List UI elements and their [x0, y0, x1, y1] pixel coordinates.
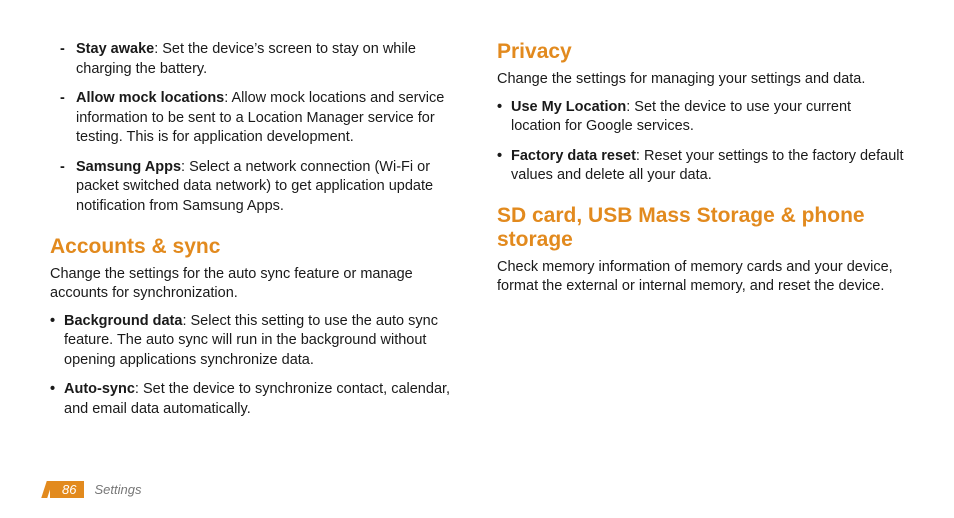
- term: Allow mock locations: [76, 90, 224, 106]
- accounts-sync-intro: Change the settings for the auto sync fe…: [50, 265, 457, 304]
- term: Samsung Apps: [76, 159, 181, 175]
- list-item: Background data: Select this setting to …: [50, 312, 457, 371]
- term: Stay awake: [76, 41, 154, 57]
- section-label: Settings: [94, 482, 141, 497]
- privacy-list: Use My Location: Set the device to use y…: [497, 98, 904, 186]
- list-item: Samsung Apps: Select a network connectio…: [50, 158, 457, 217]
- list-item: Factory data reset: Reset your settings …: [497, 147, 904, 186]
- list-item: Use My Location: Set the device to use y…: [497, 98, 904, 137]
- developer-options-list: Stay awake: Set the device’s screen to s…: [50, 40, 457, 217]
- term: Background data: [64, 313, 182, 329]
- term: Factory data reset: [511, 148, 636, 164]
- term: Use My Location: [511, 99, 626, 115]
- privacy-heading: Privacy: [497, 40, 904, 64]
- list-item: Auto-sync: Set the device to synchronize…: [50, 380, 457, 419]
- accounts-sync-list: Background data: Select this setting to …: [50, 312, 457, 420]
- page-body: Stay awake: Set the device’s screen to s…: [0, 0, 954, 460]
- list-item: Stay awake: Set the device’s screen to s…: [50, 40, 457, 79]
- left-column: Stay awake: Set the device’s screen to s…: [50, 40, 457, 460]
- accounts-sync-heading: Accounts & sync: [50, 235, 457, 259]
- list-item: Allow mock locations: Allow mock locatio…: [50, 89, 457, 148]
- right-column: Privacy Change the settings for managing…: [497, 40, 904, 460]
- privacy-intro: Change the settings for managing your se…: [497, 70, 904, 90]
- term: Auto-sync: [64, 381, 135, 397]
- storage-intro: Check memory information of memory cards…: [497, 258, 904, 297]
- page-footer: 86 Settings: [50, 481, 141, 498]
- page-number: 86: [50, 481, 84, 498]
- storage-heading: SD card, USB Mass Storage & phone storag…: [497, 204, 904, 252]
